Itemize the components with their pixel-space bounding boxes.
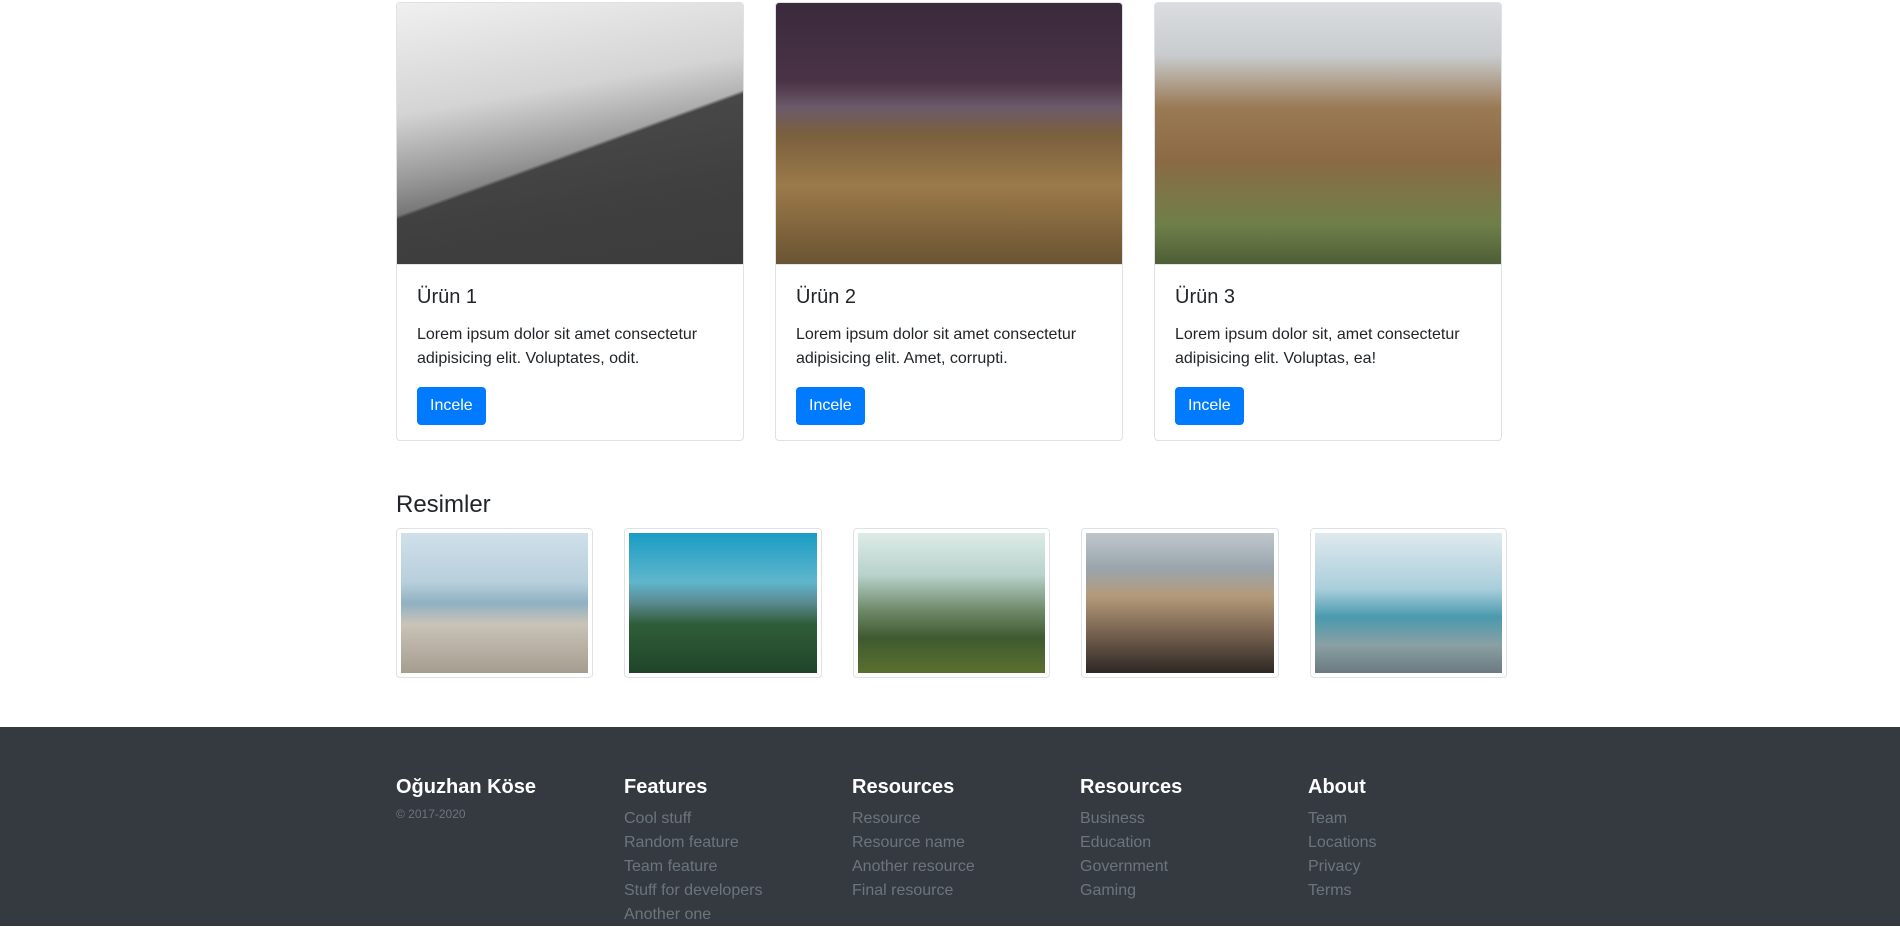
card-title: Ürün 2 — [796, 286, 857, 308]
footer-link[interactable]: Locations — [1308, 834, 1377, 851]
footer-link[interactable]: Terms — [1308, 882, 1352, 899]
gallery-title: Resimler — [396, 491, 491, 518]
product-cards: Ürün 1 Lorem ipsum dolor sit amet consec… — [396, 2, 1507, 441]
gallery-image — [1086, 533, 1274, 673]
footer-link[interactable]: Team — [1308, 810, 1347, 827]
product-image — [397, 3, 743, 265]
gallery-thumbnail[interactable] — [1309, 528, 1508, 678]
footer-column-title: Features — [624, 776, 708, 798]
gallery-image — [401, 533, 589, 673]
footer-columns: Oğuzhan Köse © 2017-2020 Features Cool s… — [396, 775, 1536, 927]
gallery-thumbnail[interactable] — [624, 528, 822, 678]
footer-column-title: Resources — [1080, 776, 1183, 798]
gallery-thumbnail[interactable] — [1081, 528, 1279, 678]
card-title: Ürün 3 — [1175, 286, 1236, 308]
gallery-image — [1314, 533, 1503, 673]
product-card: Ürün 3 Lorem ipsum dolor sit, amet conse… — [1154, 2, 1502, 441]
footer-link[interactable]: Resource name — [852, 834, 965, 851]
card-text: Lorem ipsum dolor sit amet consectetur a… — [796, 326, 1077, 367]
incele-button[interactable]: Incele — [1175, 387, 1244, 425]
footer-link[interactable]: Cool stuff — [624, 810, 691, 827]
footer-column-resources-2: Resources Business Education Government … — [1080, 775, 1308, 927]
card-title: Ürün 1 — [417, 286, 478, 308]
footer-column-title: About — [1308, 776, 1366, 798]
footer-link[interactable]: Education — [1080, 834, 1151, 851]
footer-link[interactable]: Another one — [624, 906, 711, 923]
image-gallery — [396, 528, 1508, 678]
footer-link[interactable]: Stuff for developers — [624, 882, 762, 899]
footer-link[interactable]: Gaming — [1080, 882, 1136, 899]
footer-column-about: About Team Locations Privacy Terms — [1308, 775, 1536, 927]
footer-copyright: © 2017-2020 — [396, 807, 466, 821]
incele-button[interactable]: Incele — [417, 387, 486, 425]
gallery-image — [629, 533, 817, 673]
footer-links: Cool stuff Random feature Team feature S… — [624, 807, 852, 927]
product-image — [776, 3, 1122, 265]
incele-button[interactable]: Incele — [796, 387, 865, 425]
product-card: Ürün 1 Lorem ipsum dolor sit amet consec… — [396, 2, 744, 441]
footer-link[interactable]: Random feature — [624, 834, 739, 851]
footer-brand: Oğuzhan Köse — [396, 776, 537, 798]
footer-column-features: Features Cool stuff Random feature Team … — [624, 775, 852, 927]
footer-link[interactable]: Privacy — [1308, 858, 1360, 875]
card-text: Lorem ipsum dolor sit, amet consectetur … — [1175, 326, 1460, 367]
gallery-thumbnail[interactable] — [396, 528, 594, 678]
footer-links: Team Locations Privacy Terms — [1308, 807, 1536, 903]
footer-link[interactable]: Business — [1080, 810, 1145, 827]
footer-column-title: Resources — [852, 776, 955, 798]
footer-column-resources: Resources Resource Resource name Another… — [852, 775, 1080, 927]
footer-link[interactable]: Team feature — [624, 858, 717, 875]
product-card: Ürün 2 Lorem ipsum dolor sit amet consec… — [775, 2, 1123, 441]
footer-link[interactable]: Final resource — [852, 882, 953, 899]
footer-link[interactable]: Resource — [852, 810, 920, 827]
product-image — [1155, 3, 1501, 265]
footer-links: Resource Resource name Another resource … — [852, 807, 1080, 903]
card-body: Ürün 2 Lorem ipsum dolor sit amet consec… — [776, 265, 1122, 425]
gallery-image — [857, 533, 1046, 673]
card-body: Ürün 1 Lorem ipsum dolor sit amet consec… — [397, 265, 743, 425]
footer-brand-column: Oğuzhan Köse © 2017-2020 — [396, 775, 624, 927]
footer-links: Business Education Government Gaming — [1080, 807, 1308, 903]
footer: Oğuzhan Köse © 2017-2020 Features Cool s… — [0, 727, 1900, 926]
footer-link[interactable]: Another resource — [852, 858, 975, 875]
gallery-thumbnail[interactable] — [852, 528, 1051, 678]
card-text: Lorem ipsum dolor sit amet consectetur a… — [417, 326, 698, 367]
card-body: Ürün 3 Lorem ipsum dolor sit, amet conse… — [1155, 265, 1501, 425]
footer-link[interactable]: Government — [1080, 858, 1168, 875]
